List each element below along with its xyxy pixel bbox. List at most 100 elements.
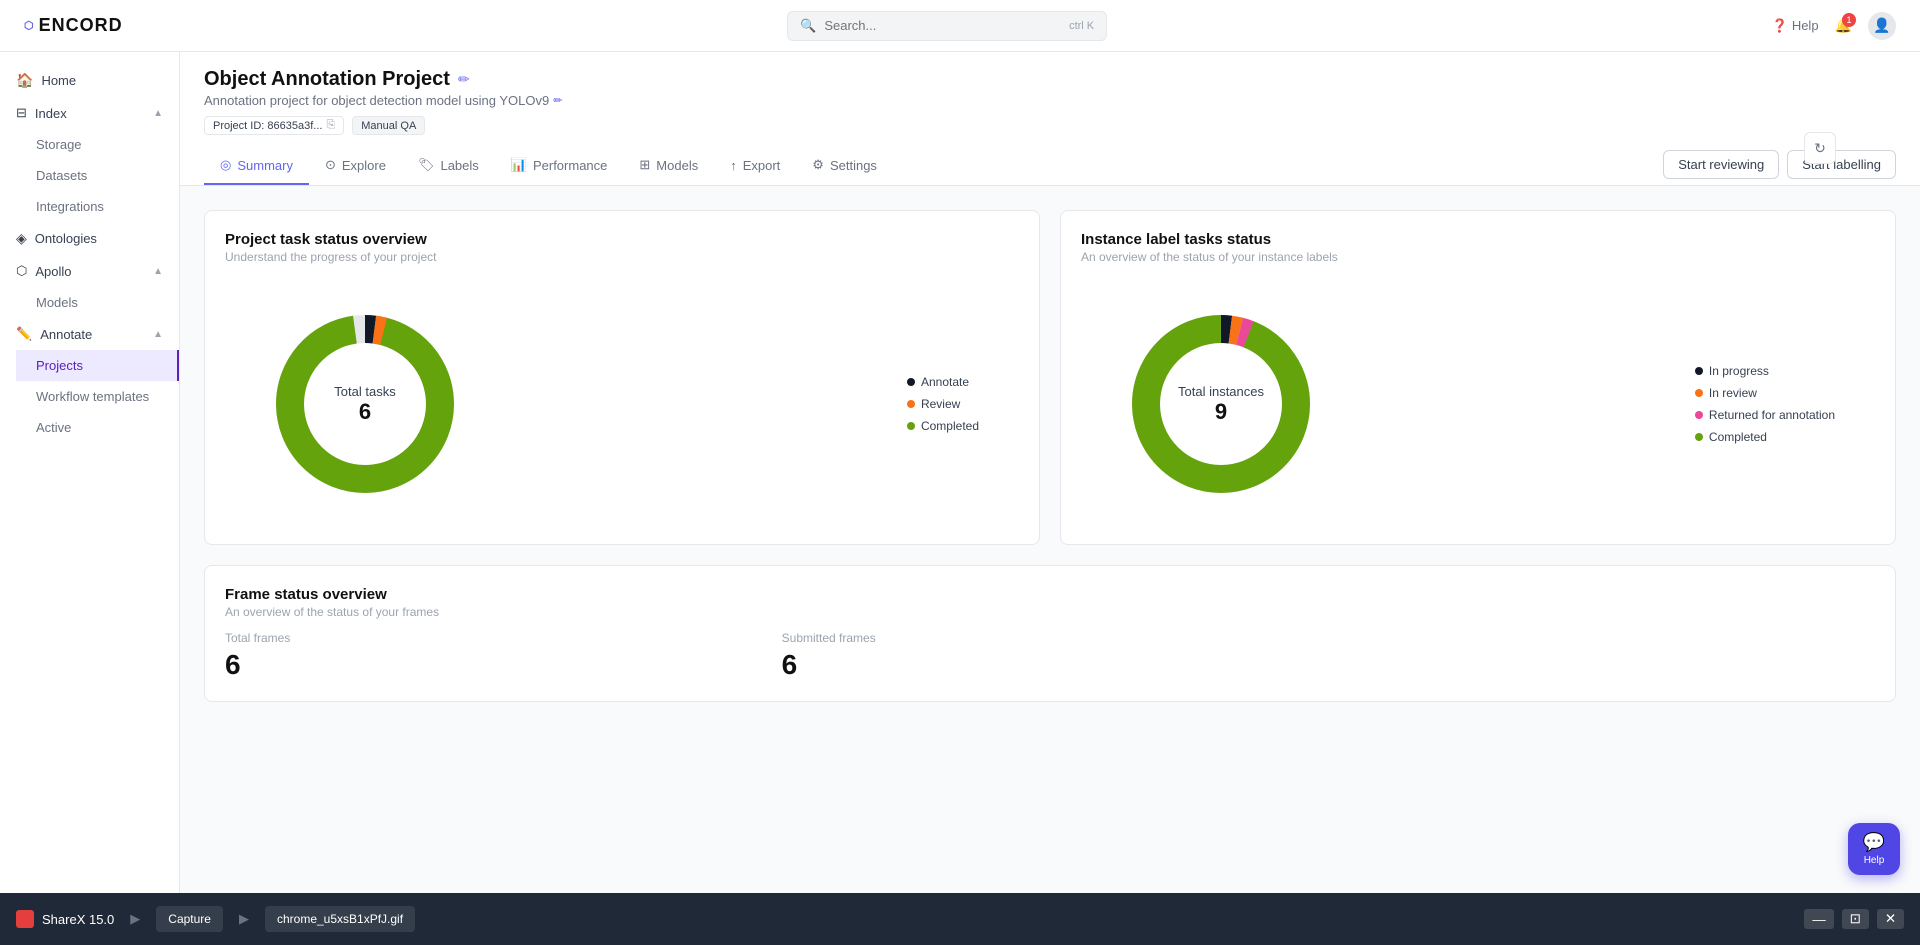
tab-performance-icon: 📊: [511, 157, 527, 173]
taskbar-filename[interactable]: chrome_u5xsB1xPfJ.gif: [265, 906, 415, 932]
tab-labels-icon: 🏷: [418, 157, 435, 173]
sidebar: 🏠 Home ⊟ Index ▲ Storage Datasets Integr…: [0, 52, 180, 893]
minimize-button[interactable]: —: [1804, 909, 1833, 929]
user-icon: 👤: [1873, 17, 1890, 34]
sidebar-models-label: Models: [36, 295, 78, 310]
tab-summary[interactable]: ◎ Summary: [204, 147, 309, 185]
content-area: Project task status overview Understand …: [180, 186, 1920, 726]
user-avatar[interactable]: 👤: [1868, 12, 1896, 40]
frame-stat-total: Total frames 6: [225, 631, 762, 681]
sidebar-section-index[interactable]: ⊟ Index ▲: [0, 97, 179, 129]
sidebar-item-projects[interactable]: Projects: [16, 350, 179, 381]
sidebar-annotate-sub: Projects Workflow templates Active: [0, 350, 179, 443]
project-id-badge[interactable]: Project ID: 86635a3f... ⎘: [204, 116, 344, 135]
sidebar-active-label: Active: [36, 420, 71, 435]
edit-title-icon[interactable]: ✏: [458, 71, 470, 88]
total-tasks-value: 6: [334, 399, 395, 425]
sidebar-index-sub: Storage Datasets Integrations: [0, 129, 179, 222]
sidebar-storage-label: Storage: [36, 137, 82, 152]
tab-summary-label: Summary: [237, 158, 293, 173]
inst-completed-dot: [1695, 433, 1703, 441]
chevron-up-apollo-icon: ▲: [153, 266, 163, 277]
logo-icon: ⬡: [24, 19, 35, 32]
sidebar-item-datasets[interactable]: Datasets: [16, 160, 179, 191]
frame-status-section: Frame status overview An overview of the…: [204, 565, 1896, 702]
notification-badge: 1: [1842, 13, 1856, 27]
tab-models[interactable]: ⊞ Models: [623, 147, 714, 185]
chevron-up-annotate-icon: ▲: [153, 329, 163, 340]
sidebar-ontologies-label: Ontologies: [35, 231, 97, 246]
taskbar-capture-label: Capture: [168, 912, 211, 926]
in-progress-label: In progress: [1709, 364, 1769, 378]
content-grid: Project task status overview Understand …: [204, 210, 1896, 545]
app-logo: ⬡ ENCORD: [24, 15, 123, 36]
submitted-frames-value: 6: [782, 649, 1319, 681]
total-tasks-label: Total tasks: [334, 384, 395, 399]
topbar-right: ❓ Help 🔔 1 👤: [1772, 12, 1896, 40]
sidebar-index-label: Index: [35, 106, 67, 121]
taskbar-capture[interactable]: Capture: [156, 906, 223, 932]
help-label: Help: [1792, 18, 1819, 33]
sidebar-item-label: Home: [41, 73, 76, 88]
sidebar-section-apollo[interactable]: ⬡ Apollo ▲: [0, 255, 179, 287]
help-fab[interactable]: 💬 Help: [1848, 823, 1900, 875]
taskbar-app-icon: [16, 910, 34, 928]
task-donut-chart: Total tasks 6: [265, 304, 465, 504]
sidebar-integrations-label: Integrations: [36, 199, 104, 214]
notification-button[interactable]: 🔔 1: [1835, 17, 1852, 34]
edit-desc-icon[interactable]: ✏: [553, 94, 562, 107]
tab-settings[interactable]: ⚙ Settings: [796, 147, 893, 185]
help-link[interactable]: ❓ Help: [1772, 18, 1819, 34]
frame-status-title: Frame status overview: [225, 586, 1875, 603]
in-review-dot: [1695, 389, 1703, 397]
project-description: Annotation project for object detection …: [204, 93, 1896, 108]
taskbar-app: ShareX 15.0: [16, 910, 114, 928]
tab-labels[interactable]: 🏷 Labels: [402, 147, 495, 185]
frame-status-card: Frame status overview An overview of the…: [204, 565, 1896, 702]
project-header: Object Annotation Project ✏ Annotation p…: [180, 52, 1920, 186]
refresh-button[interactable]: ↻: [1804, 132, 1836, 164]
instance-status-subtitle: An overview of the status of your instan…: [1081, 250, 1875, 264]
sidebar-item-models[interactable]: Models: [16, 287, 179, 318]
tab-performance[interactable]: 📊 Performance: [495, 147, 624, 185]
sidebar-workflow-templates-label: Workflow templates: [36, 389, 149, 404]
apollo-icon: ⬡: [16, 263, 27, 279]
sidebar-item-integrations[interactable]: Integrations: [16, 191, 179, 222]
search-input[interactable]: [824, 18, 1024, 33]
close-button[interactable]: ✕: [1877, 909, 1904, 929]
home-icon: 🏠: [16, 72, 33, 89]
sidebar-item-active[interactable]: Active: [16, 412, 179, 443]
header-actions: Start reviewing Start labelling: [1663, 147, 1896, 185]
help-icon: ❓: [1772, 18, 1788, 34]
instance-donut-chart: Total instances 9: [1121, 304, 1321, 504]
copy-id-icon[interactable]: ⎘: [326, 119, 335, 132]
sidebar-item-home[interactable]: 🏠 Home: [0, 64, 179, 97]
restore-button[interactable]: ⊡: [1842, 909, 1869, 929]
index-icon: ⊟: [16, 105, 27, 121]
submitted-frames-label: Submitted frames: [782, 631, 1319, 645]
returned-label: Returned for annotation: [1709, 408, 1835, 422]
search-shortcut: ctrl K: [1069, 20, 1094, 32]
tab-performance-label: Performance: [533, 158, 607, 173]
sidebar-item-storage[interactable]: Storage: [16, 129, 179, 160]
sidebar-section-annotate[interactable]: ✏️ Annotate ▲: [0, 318, 179, 350]
sidebar-item-workflow-templates[interactable]: Workflow templates: [16, 381, 179, 412]
legend-in-review: In review: [1695, 386, 1835, 400]
legend-in-progress: In progress: [1695, 364, 1835, 378]
legend-annotate: Annotate: [907, 375, 979, 389]
instance-legend: In progress In review Returned for annot…: [1695, 364, 1835, 444]
task-donut-label: Total tasks 6: [334, 384, 395, 425]
manual-qa-badge: Manual QA: [352, 116, 425, 135]
task-legend: Annotate Review Completed: [907, 375, 979, 433]
tab-settings-label: Settings: [830, 158, 877, 173]
start-reviewing-button[interactable]: Start reviewing: [1663, 150, 1779, 179]
search-bar[interactable]: 🔍 ctrl K: [787, 11, 1107, 41]
total-instances-value: 9: [1178, 399, 1264, 425]
tab-explore[interactable]: ⊙ Explore: [309, 147, 402, 185]
taskbar-window-controls: — ⊡ ✕: [1804, 909, 1904, 929]
logo-text: ENCORD: [39, 15, 123, 36]
tab-export[interactable]: ↑ Export: [714, 147, 796, 185]
frame-status-subtitle: An overview of the status of your frames: [225, 605, 1875, 619]
task-status-title: Project task status overview: [225, 231, 1019, 248]
sidebar-item-ontologies[interactable]: ◈ Ontologies: [0, 222, 179, 255]
